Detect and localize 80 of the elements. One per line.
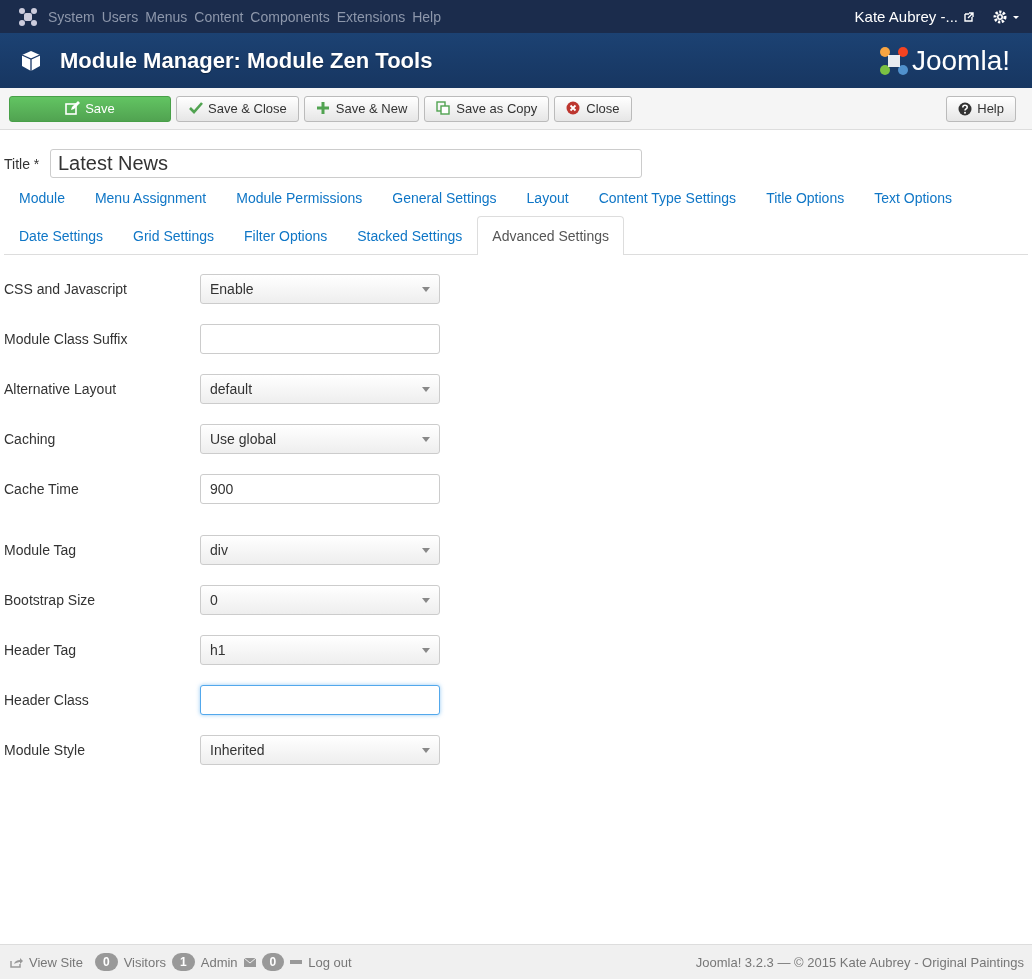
dropdown[interactable]: h1 [200, 635, 440, 665]
toolbar-button[interactable]: Close [554, 95, 632, 122]
gear-icon [992, 8, 1020, 25]
input-field[interactable] [200, 685, 440, 715]
menu-item[interactable]: System [48, 8, 95, 25]
tab[interactable]: Title Options [751, 178, 860, 216]
menu-item[interactable]: Help [412, 8, 441, 25]
copyright-text: Joomla! 3.2.3 — © 2015 Kate Aubrey - Original Paintings [695, 954, 1024, 970]
menu-item[interactable]: Menus [145, 8, 188, 25]
caret-icon [422, 647, 430, 653]
edit-icon [65, 101, 81, 116]
field-label: Header Tag [4, 642, 78, 658]
page-title: Module Manager: Module Zen Tools [60, 47, 433, 74]
admin-label: Admin [200, 954, 238, 970]
dropdown[interactable]: Use global [200, 424, 440, 454]
envelope-icon [243, 957, 256, 967]
view-site-link[interactable]: View Site [29, 954, 83, 970]
help-button[interactable]: Help [946, 95, 1016, 122]
close-icon [566, 101, 582, 116]
field-label: CSS and Javascript [4, 281, 128, 297]
field-label: Module Style [4, 742, 86, 758]
minus-icon [290, 960, 303, 964]
external-link-icon [964, 11, 974, 22]
tab[interactable]: Filter Options [229, 216, 343, 254]
copy-icon [436, 101, 452, 116]
check-icon [188, 101, 203, 116]
plus-icon [315, 101, 331, 116]
input-field[interactable]: 900 [200, 474, 440, 504]
caret-icon [422, 436, 430, 442]
field-label: Module Class Suffix [4, 331, 129, 347]
visitors-label: Visitors [123, 954, 167, 970]
tab[interactable]: Advanced Settings [477, 216, 625, 255]
field-label: Bootstrap Size [4, 592, 97, 608]
menu-item[interactable]: Users [101, 8, 139, 25]
field-label: Module Tag [4, 542, 78, 558]
user-menu[interactable]: Kate Aubrey -... [854, 8, 958, 25]
toolbar-button[interactable]: Save & New [303, 95, 420, 122]
field-label: Cache Time [4, 481, 80, 497]
tab[interactable]: Module Permissions [221, 178, 378, 216]
caret-icon [422, 386, 430, 392]
dropdown[interactable]: Enable [200, 274, 440, 304]
title-field[interactable]: Latest News [50, 149, 642, 178]
dropdown[interactable]: 0 [200, 585, 440, 615]
caret-icon [422, 747, 430, 753]
count-badge: 0 [261, 953, 285, 971]
field-label: Caching [4, 431, 57, 447]
dropdown[interactable]: Inherited [200, 735, 440, 765]
tab[interactable]: Layout [511, 178, 584, 216]
count-badge: 1 [172, 953, 195, 971]
caret-icon [422, 547, 430, 553]
caret-icon [422, 597, 430, 603]
caret-icon [422, 286, 430, 292]
title-label: Title * [4, 155, 41, 172]
save-button[interactable]: Save [9, 95, 171, 122]
input-field[interactable] [200, 324, 440, 354]
help-icon [958, 101, 973, 116]
tab[interactable]: Date Settings [4, 216, 119, 254]
menu-item[interactable]: Components [250, 8, 330, 25]
tab[interactable]: Stacked Settings [342, 216, 478, 254]
menu-item[interactable]: Extensions [336, 8, 406, 25]
joomla-logo-icon [877, 44, 910, 77]
share-icon [10, 956, 23, 968]
joomla-logo-icon [18, 6, 38, 27]
dropdown[interactable]: div [200, 535, 440, 565]
tab[interactable]: General Settings [377, 178, 512, 216]
dropdown[interactable]: default [200, 374, 440, 404]
count-badge: 0 [94, 953, 118, 971]
field-label: Alternative Layout [4, 381, 118, 397]
menu-item[interactable]: Content [194, 8, 244, 25]
cube-icon [20, 49, 42, 72]
field-label: Header Class [4, 692, 90, 708]
tab[interactable]: Content Type Settings [583, 178, 752, 216]
brand-name: Joomla! [911, 44, 1010, 77]
toolbar-button[interactable]: Save & Close [176, 95, 299, 122]
tab[interactable]: Menu Assignment [79, 178, 222, 216]
tab[interactable]: Text Options [859, 178, 968, 216]
tab[interactable]: Grid Settings [118, 216, 229, 254]
tab[interactable]: Module [4, 178, 80, 216]
logout-link[interactable]: Log out [308, 954, 352, 970]
toolbar-button[interactable]: Save as Copy [424, 95, 550, 122]
